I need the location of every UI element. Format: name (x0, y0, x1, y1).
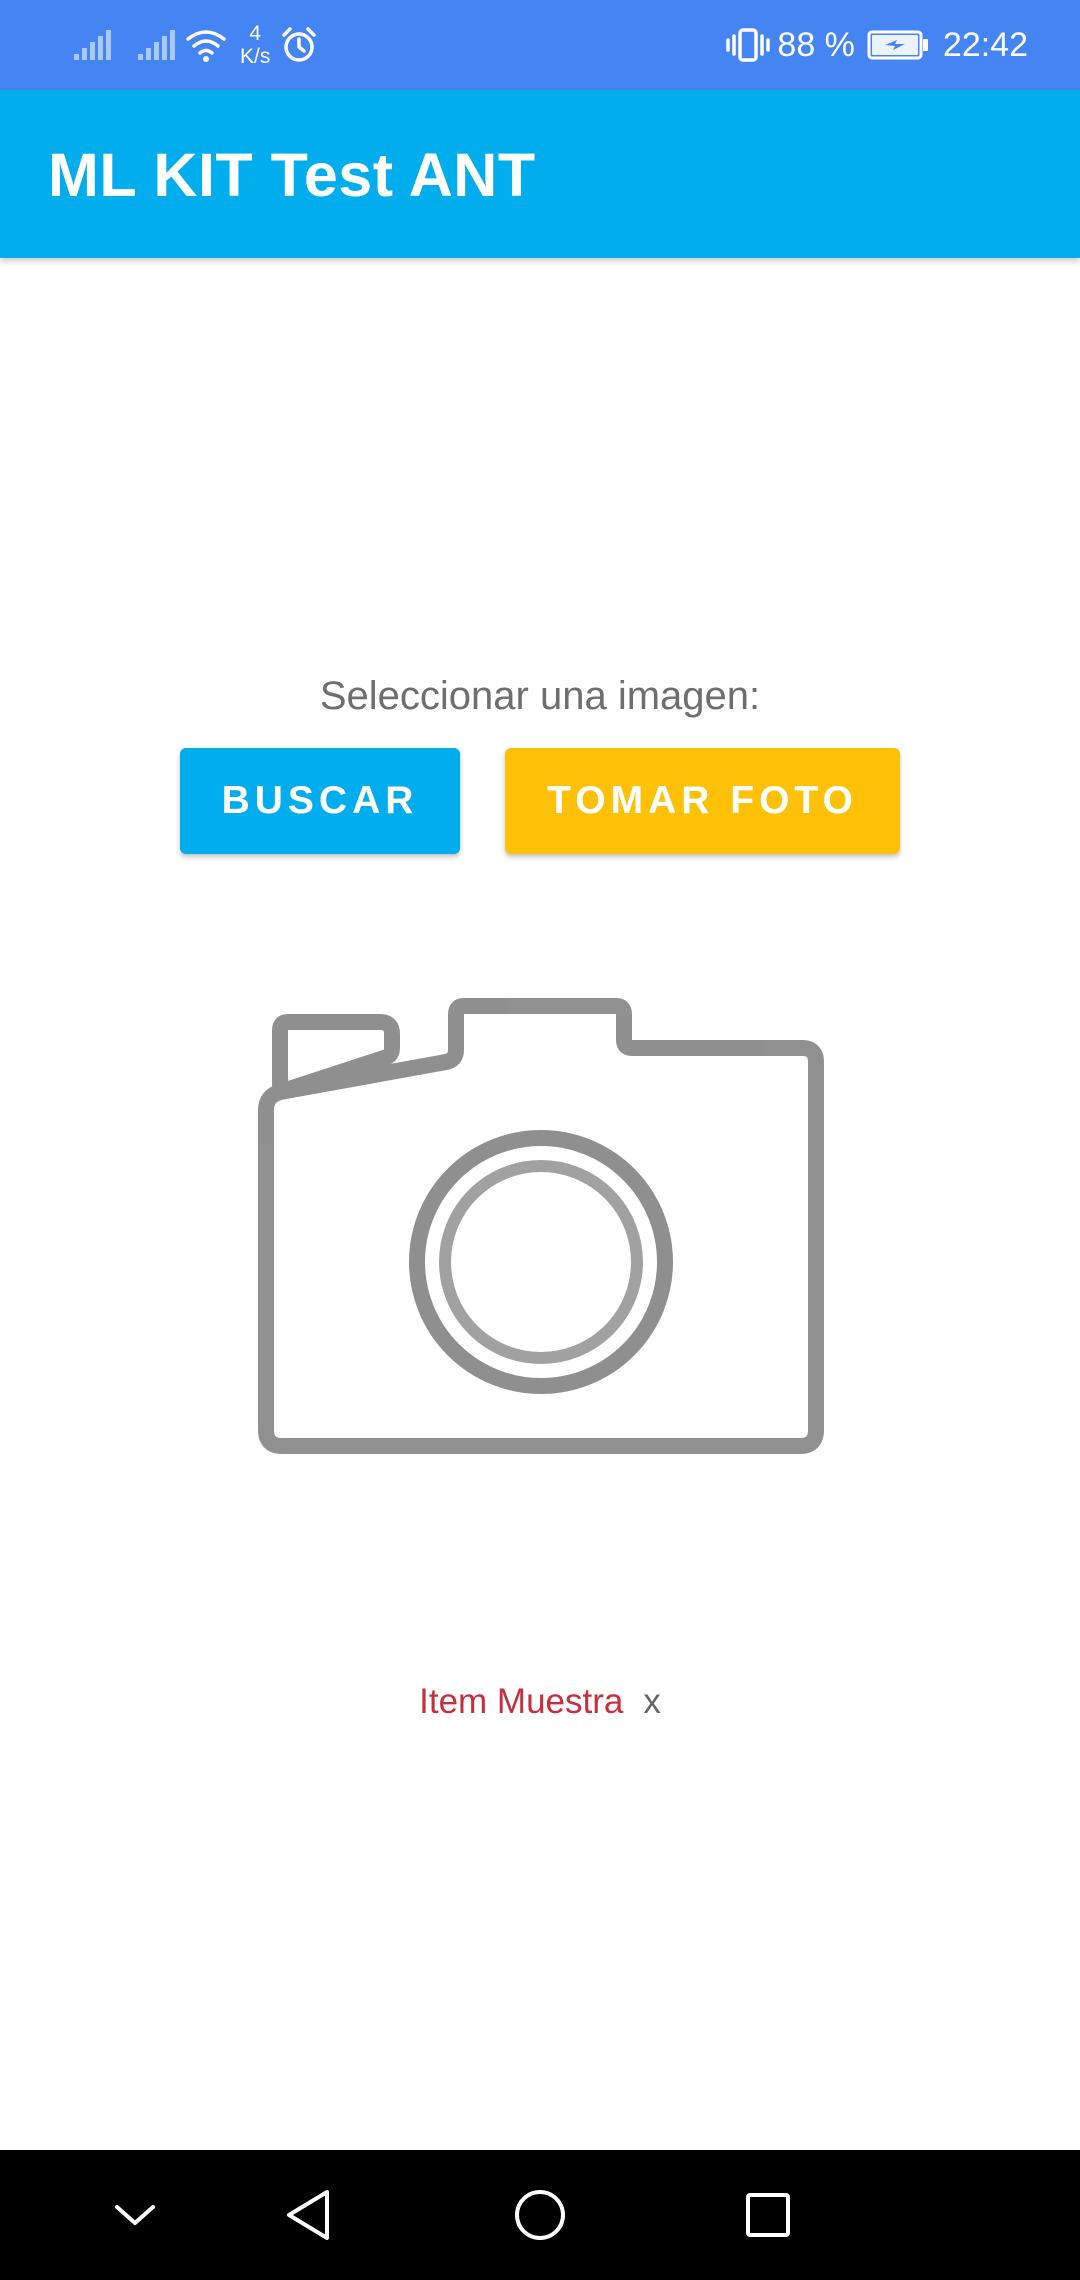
app-bar: ML KIT Test ANT (0, 90, 1080, 258)
result-item: Item Muestra x (0, 1682, 1080, 1722)
camera-icon (246, 990, 836, 1480)
navigation-bar (0, 2150, 1080, 2280)
select-image-prompt: Seleccionar una imagen: (319, 674, 761, 718)
search-button[interactable]: BUSCAR (180, 748, 460, 854)
status-bar: 4 K/s 88 % 22:42 (0, 0, 1080, 90)
status-bar-left: 4 K/s (72, 18, 318, 72)
alarm-icon (280, 26, 318, 64)
network-speed-value: 4 (249, 22, 262, 45)
home-icon[interactable] (480, 2150, 600, 2280)
vibrate-icon (725, 26, 771, 64)
signal-icon (136, 28, 178, 62)
result-item-close[interactable]: x (643, 1682, 661, 1722)
wifi-icon (184, 27, 228, 63)
battery-percent: 88 % (777, 25, 855, 64)
network-speed: 4 K/s (240, 22, 270, 68)
result-item-label: Item Muestra (419, 1682, 624, 1721)
signal-icon (72, 28, 114, 62)
status-bar-right: 88 % 22:42 (725, 18, 1028, 72)
back-icon[interactable] (248, 2150, 368, 2280)
take-photo-button[interactable]: TOMAR FOTO (505, 748, 900, 854)
chevron-down-icon[interactable] (75, 2150, 195, 2280)
battery-charging-icon (867, 30, 929, 60)
recents-icon[interactable] (708, 2150, 828, 2280)
clock: 22:42 (942, 25, 1028, 64)
app-title: ML KIT Test ANT (48, 141, 536, 209)
network-speed-unit: K/s (240, 45, 271, 68)
